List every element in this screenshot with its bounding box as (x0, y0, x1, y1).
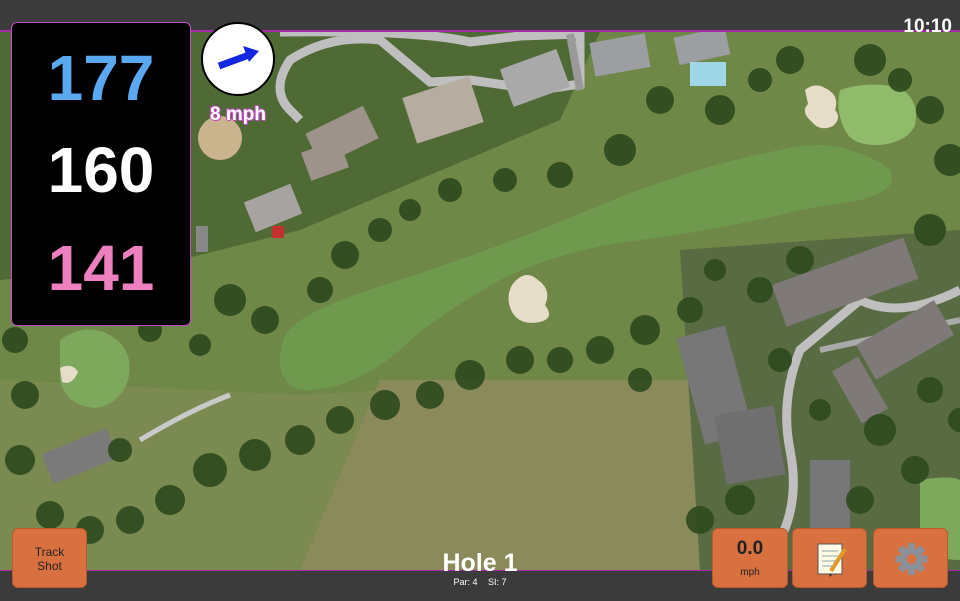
notepad-icon (817, 543, 847, 577)
hole-title: Hole 1 (442, 549, 518, 577)
speed-unit: mph (740, 567, 760, 578)
track-shot-button[interactable]: Track Shot (12, 528, 87, 588)
gear-icon (895, 543, 928, 575)
settings-button[interactable] (873, 528, 948, 588)
hole-stroke-index: SI: 7 (488, 577, 507, 587)
distance-panel: 177 160 141 (11, 22, 191, 326)
wind-arrow-icon (217, 46, 259, 70)
track-shot-label-line2: Shot (37, 559, 62, 573)
notes-button[interactable] (792, 528, 867, 588)
speed-button[interactable]: 0.0 mph (712, 528, 788, 588)
track-shot-label-line1: Track (34, 545, 65, 559)
center-distance: 160 (47, 134, 155, 206)
hole-info: Par: 4 SI: 7 (380, 577, 580, 587)
back-distance: 177 (47, 42, 155, 114)
wind-indicator (201, 22, 275, 96)
speed-value: 0.0 (736, 538, 764, 559)
front-distance: 141 (47, 232, 155, 304)
wind-speed-label: 8 mph (210, 104, 266, 125)
hole-par: Par: 4 (453, 577, 478, 587)
